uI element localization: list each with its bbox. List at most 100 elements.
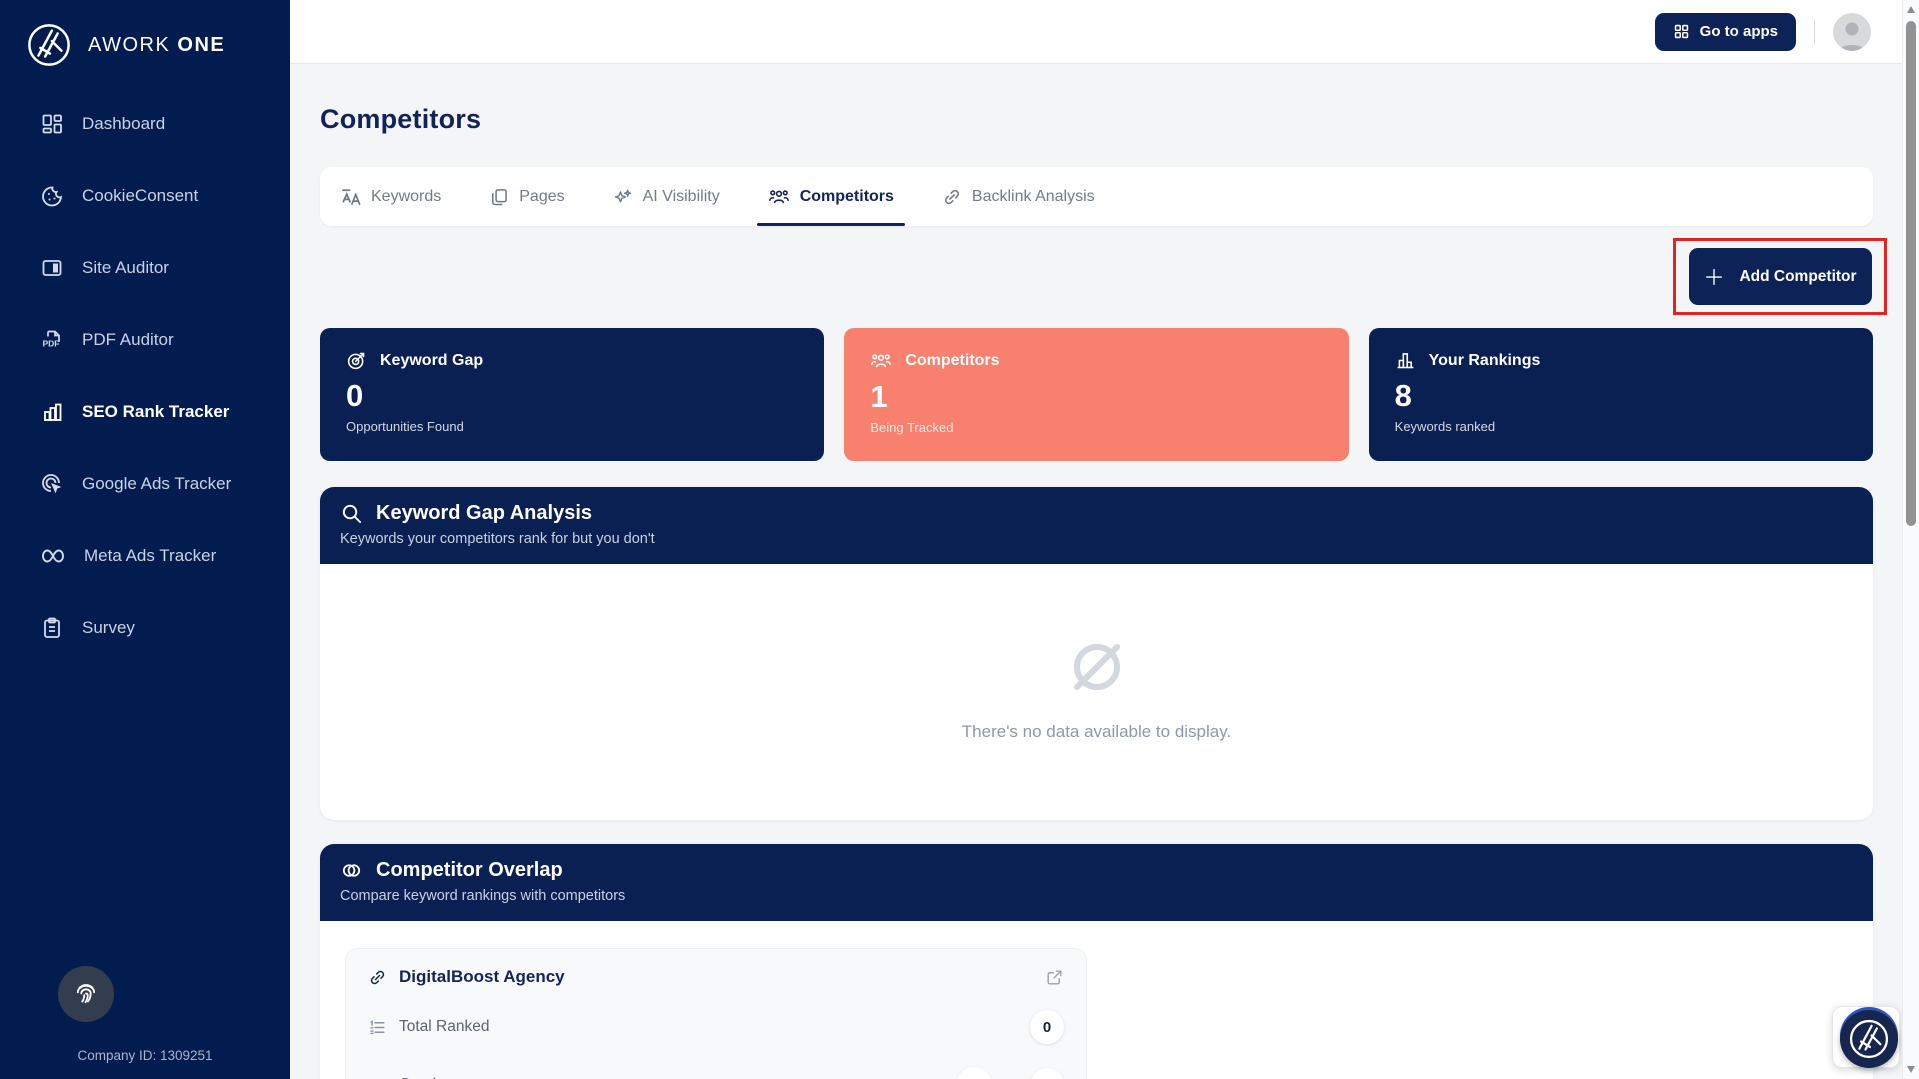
- stat-card-value: 0: [346, 380, 798, 411]
- fingerprint-icon: [72, 980, 100, 1008]
- tab-label: Pages: [519, 188, 564, 206]
- page-title: Competitors: [320, 104, 481, 135]
- sidebar-item-pdf-auditor[interactable]: PDF PDF Auditor: [0, 304, 290, 376]
- empty-message: There's no data available to display.: [962, 722, 1231, 742]
- mountains-chart-icon: [956, 1067, 992, 1079]
- panel-title: Keyword Gap Analysis: [376, 502, 592, 525]
- sidebar-item-survey[interactable]: Survey: [0, 592, 290, 664]
- apps-grid-icon: [1673, 23, 1690, 40]
- tab-label: Backlink Analysis: [972, 188, 1095, 206]
- go-to-apps-label: Go to apps: [1700, 23, 1778, 40]
- company-id: Company ID: 1309251: [0, 1048, 290, 1063]
- sparkle-icon: [613, 187, 633, 207]
- target-icon: [346, 350, 367, 371]
- tab-competitors[interactable]: Competitors: [768, 167, 894, 226]
- no-data-slashed-circle-icon: [1068, 638, 1126, 696]
- tabbar: Keywords Pages AI Visibility: [320, 167, 1873, 226]
- sidebar-item-meta-ads-tracker[interactable]: Meta Ads Tracker: [0, 520, 290, 592]
- dashboard-icon: [40, 112, 64, 136]
- panel-title: Competitor Overlap: [376, 859, 563, 882]
- search-icon: [340, 502, 363, 525]
- add-competitor-label: Add Competitor: [1739, 268, 1856, 286]
- competitor-row-overlap: Overlap 0: [368, 1067, 1064, 1079]
- sidebar-item-label: SEO Rank Tracker: [82, 402, 229, 422]
- people-group-icon: [768, 186, 790, 208]
- fingerprint-button[interactable]: [58, 966, 114, 1022]
- sidebar-item-label: Dashboard: [82, 114, 165, 134]
- sidebar-item-label: Site Auditor: [82, 258, 169, 278]
- click-cursor-icon: [40, 472, 64, 496]
- tab-pages[interactable]: Pages: [489, 167, 564, 226]
- topbar-divider: [1814, 19, 1815, 45]
- tab-keywords[interactable]: Keywords: [340, 167, 441, 226]
- panel-header: Keyword Gap Analysis Keywords your compe…: [320, 487, 1873, 564]
- stat-card-title: Keyword Gap: [380, 352, 483, 370]
- avatar[interactable]: [1833, 13, 1871, 51]
- stat-card-subtitle: Keywords ranked: [1395, 419, 1847, 434]
- link-icon: [942, 187, 962, 207]
- external-link-icon[interactable]: [1045, 968, 1064, 987]
- annotation-highlight-box: Add Competitor: [1673, 238, 1887, 315]
- sidebar-item-label: Google Ads Tracker: [82, 474, 231, 494]
- sidebar-nav: Dashboard CookieConsent Site: [0, 88, 290, 664]
- competitor-row-label: Total Ranked: [399, 1018, 489, 1036]
- tab-label: Competitors: [800, 188, 894, 206]
- overlap-circles-icon: [340, 859, 363, 882]
- empty-state: There's no data available to display.: [320, 564, 1873, 816]
- go-to-apps-button[interactable]: Go to apps: [1655, 13, 1796, 51]
- sidebar-item-seo-rank-tracker[interactable]: SEO Rank Tracker: [0, 376, 290, 448]
- panel-subtitle: Keywords your competitors rank for but y…: [340, 531, 1853, 547]
- tab-ai-visibility[interactable]: AI Visibility: [613, 167, 720, 226]
- total-ranked-badge: 0: [1030, 1010, 1064, 1044]
- tab-backlink-analysis[interactable]: Backlink Analysis: [942, 167, 1095, 226]
- brand-name: AWORK ONE: [88, 34, 225, 57]
- keywords-translate-icon: [340, 186, 361, 207]
- scrollbar-thumb[interactable]: [1906, 21, 1916, 526]
- pages-copy-icon: [489, 187, 509, 207]
- sidebar-item-label: Survey: [82, 618, 135, 638]
- add-competitor-button[interactable]: Add Competitor: [1689, 248, 1872, 305]
- scroll-down-arrow[interactable]: [1907, 1066, 1915, 1073]
- tab-label: AI Visibility: [643, 188, 720, 206]
- scroll-up-arrow[interactable]: [1907, 6, 1915, 13]
- main-content: Competitors Keywords Pages: [290, 64, 1919, 1079]
- cookie-icon: [40, 184, 64, 208]
- app-root: AWORK ONE Dashboard: [0, 0, 1919, 1079]
- bar-chart-icon: [40, 400, 64, 424]
- overlap-circles-icon: [368, 1076, 387, 1079]
- clipboard-icon: [40, 616, 64, 640]
- awork-logo-icon: [26, 22, 72, 68]
- panel-body: DigitalBoost Agency: [320, 921, 1873, 1079]
- stat-card-title: Competitors: [905, 352, 999, 370]
- awork-logo-icon: [1848, 1018, 1890, 1060]
- panel-subtitle: Compare keyword rankings with competitor…: [340, 888, 1853, 904]
- sidebar-item-dashboard[interactable]: Dashboard: [0, 88, 290, 160]
- sidebar-item-cookieconsent[interactable]: CookieConsent: [0, 160, 290, 232]
- sidebar-item-google-ads-tracker[interactable]: Google Ads Tracker: [0, 448, 290, 520]
- competitor-overlap-panel: Competitor Overlap Compare keyword ranki…: [320, 844, 1873, 1079]
- awork-logo-badge[interactable]: [1840, 1010, 1898, 1068]
- browser-icon: [40, 256, 64, 280]
- competitor-name: DigitalBoost Agency: [399, 967, 565, 987]
- topbar: Go to apps: [290, 0, 1919, 64]
- competitor-row-total-ranked: Total Ranked 0: [368, 1010, 1064, 1044]
- sidebar-item-label: CookieConsent: [82, 186, 198, 206]
- panel-header: Competitor Overlap Compare keyword ranki…: [320, 844, 1873, 921]
- competitor-card: DigitalBoost Agency: [345, 948, 1087, 1079]
- sidebar-item-label: Meta Ads Tracker: [84, 546, 216, 566]
- scrollbar[interactable]: [1902, 0, 1919, 1079]
- stat-card-value: 1: [870, 381, 1322, 412]
- stat-card-your-rankings: Your Rankings 8 Keywords ranked: [1369, 328, 1873, 461]
- link-icon: [368, 968, 387, 987]
- brand-logo[interactable]: AWORK ONE: [0, 0, 290, 68]
- stat-card-keyword-gap: Keyword Gap 0 Opportunities Found: [320, 328, 824, 461]
- pdf-file-icon: PDF: [40, 328, 64, 352]
- stat-card-competitors: Competitors 1 Being Tracked: [844, 328, 1348, 461]
- keyword-gap-analysis-panel: Keyword Gap Analysis Keywords your compe…: [320, 487, 1873, 820]
- plus-icon: [1703, 266, 1725, 288]
- stat-card-value: 8: [1395, 380, 1847, 411]
- sidebar: AWORK ONE Dashboard: [0, 0, 290, 1079]
- stat-cards-row: Keyword Gap 0 Opportunities Found Compet…: [320, 328, 1873, 461]
- people-group-icon: [870, 350, 892, 372]
- sidebar-item-site-auditor[interactable]: Site Auditor: [0, 232, 290, 304]
